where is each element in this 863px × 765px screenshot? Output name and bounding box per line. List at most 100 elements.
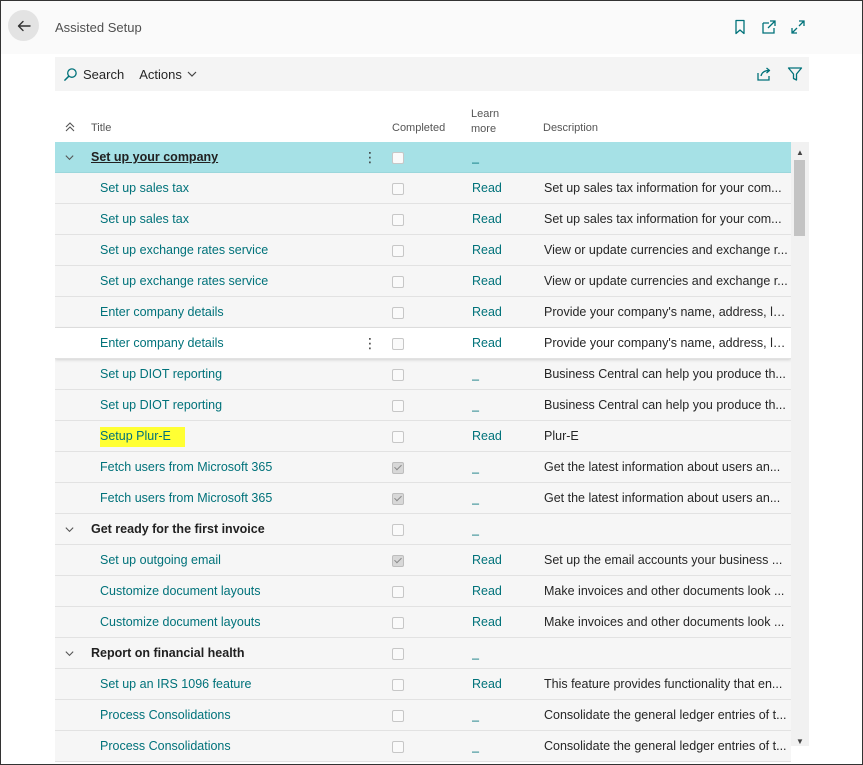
description-text: Get the latest information about users a…	[544, 460, 781, 474]
page-header: Assisted Setup	[1, 1, 862, 54]
chevron-down-icon[interactable]	[64, 142, 78, 172]
title-text: Enter company details	[100, 336, 224, 350]
chevron-down-icon[interactable]	[64, 638, 78, 668]
learn-more-link[interactable]: Read	[472, 576, 532, 606]
title-text: Set up DIOT reporting	[100, 367, 223, 381]
setup-title-link[interactable]: Process Consolidations	[100, 700, 360, 730]
table-row[interactable]: Set up DIOT reporting _ Business Central c…	[55, 359, 791, 390]
chevron-down-icon[interactable]	[64, 514, 78, 544]
learn-more-link[interactable]: Read	[472, 421, 532, 451]
search-icon	[64, 67, 77, 81]
learn-more-link[interactable]: Read	[472, 545, 532, 575]
table-row[interactable]: Set up sales tax Read Set up sales tax inf…	[55, 173, 791, 204]
setup-title-link[interactable]: Setup Plur-E	[100, 421, 360, 451]
learn-more-link[interactable]: Read	[472, 669, 532, 699]
description-text: Consolidate the general ledger entries o…	[544, 708, 787, 722]
description-text: Provide your company's name, address, lo…	[544, 305, 790, 319]
scroll-up-icon[interactable]: ▲	[796, 148, 804, 157]
title-text: Customize document layouts	[100, 584, 261, 598]
learn-more-link[interactable]: Read	[472, 297, 532, 327]
row-menu-icon[interactable]: ⋮	[363, 328, 373, 358]
table-row[interactable]: Fetch users from Microsoft 365 _ Get the l…	[55, 483, 791, 514]
table-row[interactable]: Setup Plur-E Read Plur-E	[55, 421, 791, 452]
title-text: Report on financial health	[91, 646, 245, 660]
completed-checkbox	[392, 359, 404, 389]
setup-title-link[interactable]: Customize document layouts	[100, 576, 360, 606]
description-text: Business Central can help you produce th…	[544, 398, 786, 412]
description-text	[544, 638, 790, 668]
vertical-scrollbar[interactable]: ▲ ▼	[791, 142, 809, 746]
search-button[interactable]: Search	[63, 67, 124, 82]
row-menu-icon[interactable]: ⋮	[363, 142, 373, 172]
group-title: Get ready for the first invoice	[91, 514, 351, 544]
group-title: Set up your company	[91, 142, 351, 172]
table-row[interactable]: Process Consolidations _ Consolidate the g…	[55, 700, 791, 731]
setup-title-link[interactable]: Enter company details	[100, 297, 360, 327]
actions-label: Actions	[139, 66, 182, 82]
description-text: Consolidate the general ledger entries o…	[544, 739, 787, 753]
actions-menu[interactable]: Actions	[139, 67, 198, 82]
table-row[interactable]: Set up exchange rates service Read View or…	[55, 235, 791, 266]
scroll-down-icon[interactable]: ▼	[796, 737, 804, 746]
column-learn-more[interactable]: Learn more	[471, 107, 499, 137]
setup-title-link[interactable]: Set up sales tax	[100, 204, 360, 234]
completed-checkbox	[392, 173, 404, 203]
setup-title-link[interactable]: Set up exchange rates service	[100, 266, 360, 296]
table-row[interactable]: Set up exchange rates service Read View or…	[55, 266, 791, 297]
completed-checkbox	[392, 514, 404, 544]
column-title[interactable]: Title	[91, 122, 111, 134]
table-row[interactable]: Process Consolidations _ Consolidate the g…	[55, 731, 791, 762]
setup-title-link[interactable]: Customize document layouts	[100, 607, 360, 637]
setup-title-link[interactable]: Fetch users from Microsoft 365	[100, 452, 360, 482]
title-text: Set up an IRS 1096 feature	[100, 677, 252, 691]
setup-title-link[interactable]: Fetch users from Microsoft 365	[100, 483, 360, 513]
setup-title-link[interactable]: Set up DIOT reporting	[100, 390, 360, 420]
setup-title-link[interactable]: Process Consolidations	[100, 731, 360, 761]
share-icon[interactable]	[756, 66, 772, 82]
learn-more-link[interactable]: Read	[472, 235, 532, 265]
open-new-window-icon[interactable]	[761, 19, 777, 35]
learn-more-link[interactable]: Read	[472, 173, 532, 203]
completed-checkbox	[392, 483, 404, 513]
setup-title-link[interactable]: Set up outgoing email	[100, 545, 360, 575]
title-text: Customize document layouts	[100, 615, 261, 629]
table-row[interactable]: Set up an IRS 1096 feature Read This featu…	[55, 669, 791, 700]
completed-checkbox	[392, 731, 404, 761]
search-label: Search	[83, 66, 125, 82]
completed-checkbox	[392, 204, 404, 234]
setup-title-link[interactable]: Enter company details	[100, 328, 360, 358]
table-row[interactable]: Enter company details ⋮ Read Provide your c…	[55, 328, 791, 359]
title-text: Set up exchange rates service	[100, 243, 269, 257]
column-description[interactable]: Description	[543, 122, 598, 134]
back-button[interactable]	[8, 10, 39, 41]
collapse-all-icon[interactable]	[64, 121, 76, 133]
group-row[interactable]: Set up your company ⋮ _	[55, 142, 791, 173]
column-completed[interactable]: Completed	[392, 122, 445, 134]
table-row[interactable]: Set up sales tax Read Set up sales tax inf…	[55, 204, 791, 235]
title-text: Set up exchange rates service	[100, 274, 269, 288]
table-row[interactable]: Customize document layouts Read Make invoi…	[55, 576, 791, 607]
table-row[interactable]: Fetch users from Microsoft 365 _ Get the l…	[55, 452, 791, 483]
description-text: This feature provides functionality that…	[544, 677, 783, 691]
setup-title-link[interactable]: Set up DIOT reporting	[100, 359, 360, 389]
table-row[interactable]: Enter company details Read Provide your co…	[55, 297, 791, 328]
learn-more-link[interactable]: Read	[472, 607, 532, 637]
learn-more-link[interactable]: Read	[472, 266, 532, 296]
group-row[interactable]: Get ready for the first invoice _	[55, 514, 791, 545]
table-row[interactable]: Set up DIOT reporting _ Business Central c…	[55, 390, 791, 421]
table-row[interactable]: Set up outgoing email Read Set up the emai…	[55, 545, 791, 576]
learn-more-link[interactable]: Read	[472, 328, 532, 358]
setup-title-link[interactable]: Set up an IRS 1096 feature	[100, 669, 360, 699]
setup-list: Set up your company ⋮ _ Set up sales tax Rea…	[55, 142, 791, 762]
group-row[interactable]: Report on financial health _	[55, 638, 791, 669]
learn-more-link[interactable]: Read	[472, 204, 532, 234]
filter-icon[interactable]	[787, 66, 803, 82]
description-text: Make invoices and other documents look .…	[544, 615, 785, 629]
bookmark-icon[interactable]	[732, 19, 748, 35]
expand-icon[interactable]	[790, 19, 806, 35]
title-text: Set up your company	[91, 150, 219, 164]
setup-title-link[interactable]: Set up exchange rates service	[100, 235, 360, 265]
scrollbar-thumb[interactable]	[794, 160, 805, 236]
setup-title-link[interactable]: Set up sales tax	[100, 173, 360, 203]
table-row[interactable]: Customize document layouts Read Make invoi…	[55, 607, 791, 638]
